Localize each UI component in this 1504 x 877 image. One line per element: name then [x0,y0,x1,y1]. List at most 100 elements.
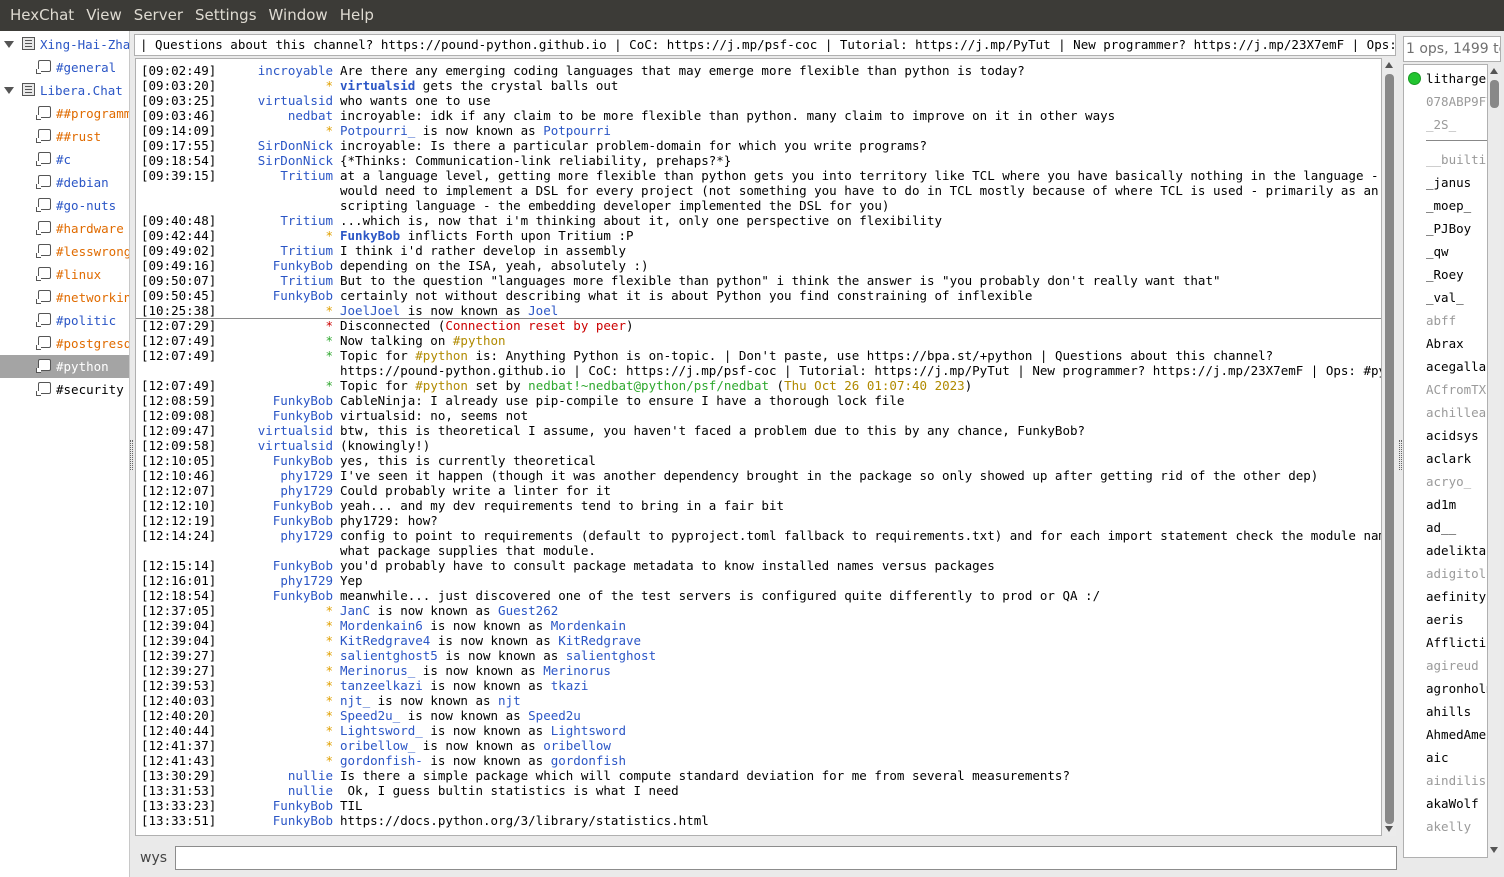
nick-label[interactable]: FunkyBob [273,453,333,468]
user-entry[interactable]: acegallagher [1426,359,1487,374]
user-entry[interactable]: ad1m [1426,497,1456,512]
user-entry[interactable]: akelly [1426,819,1471,834]
tree-channel-4[interactable]: ##rust [0,125,129,148]
chat-log[interactable]: [09:02:49] incroyable Are there any emergi… [135,58,1382,836]
tree-channel-1[interactable]: #general [0,56,129,79]
userlist-scroll-down-icon[interactable] [1490,846,1499,854]
nick-label[interactable]: Tritium [280,168,333,183]
nick-label[interactable]: * [325,603,333,618]
tree-channel-9[interactable]: #lesswrong [0,240,129,263]
tree-channel-11[interactable]: #networking [0,286,129,309]
user-entry[interactable]: aclark [1426,451,1471,466]
nick-label[interactable]: * [325,708,333,723]
nick-label[interactable]: * [325,333,333,348]
nick-label[interactable]: * [325,303,333,318]
userlist-scrollbar[interactable] [1488,64,1501,858]
menu-window[interactable]: Window [263,0,334,31]
nick-label[interactable]: nullie [288,783,333,798]
tree-channel-6[interactable]: #debian [0,171,129,194]
tree-channel-8[interactable]: #hardware [0,217,129,240]
user-entry[interactable]: __builtin [1426,152,1487,167]
nick-label[interactable]: incroyable [258,63,333,78]
user-entry[interactable]: Abrax [1426,336,1464,351]
chat-scroll-thumb[interactable] [1385,74,1394,824]
userlist-scroll-up-icon[interactable] [1490,67,1499,75]
user-entry[interactable]: aic [1426,750,1449,765]
user-entry[interactable]: _qw [1426,244,1449,259]
nick-label[interactable]: phy1729 [280,483,333,498]
tree-channel-13[interactable]: #postgresql [0,332,129,355]
user-entry[interactable]: aefinity [1426,589,1486,604]
nick-label[interactable]: * [325,738,333,753]
nick-label[interactable]: phy1729 [280,573,333,588]
user-entry[interactable]: acryo_ [1426,474,1471,489]
user-entry[interactable]: _val_ [1426,290,1464,305]
tree-channel-10[interactable]: #linux [0,263,129,286]
user-entry[interactable]: litharge [1426,71,1486,86]
nick-label[interactable]: * [325,318,333,333]
nick-label[interactable]: FunkyBob [273,798,333,813]
user-entry[interactable]: _2S_ [1426,117,1456,132]
user-entry[interactable]: agireud [1426,658,1479,673]
nick-label[interactable]: * [325,78,333,93]
user-entry[interactable]: _PJBoy [1426,221,1471,236]
nick-label[interactable]: FunkyBob [273,258,333,273]
tree-channel-5[interactable]: #c [0,148,129,171]
nick-label[interactable]: FunkyBob [273,558,333,573]
nick-label[interactable]: nedbat [288,108,333,123]
nick-label[interactable]: FunkyBob [273,513,333,528]
nick-label[interactable]: FunkyBob [273,498,333,513]
user-entry[interactable]: agronholm [1426,681,1487,696]
expand-arrow-icon[interactable] [3,84,15,96]
nick-label[interactable]: * [325,678,333,693]
nick-label[interactable]: * [325,753,333,768]
nick-label[interactable]: * [325,633,333,648]
tree-channel-3[interactable]: ##programming [0,102,129,125]
nick-label[interactable]: * [325,228,333,243]
tree-channel-12[interactable]: #politic [0,309,129,332]
user-entry[interactable]: aindilis [1426,773,1486,788]
nick-label[interactable]: * [325,348,333,363]
nick-button[interactable]: wys [140,850,167,866]
nick-label[interactable]: FunkyBob [273,393,333,408]
nick-label[interactable]: Tritium [280,273,333,288]
nick-label[interactable]: virtualsid [258,93,333,108]
nick-label[interactable]: FunkyBob [273,408,333,423]
user-entry[interactable]: ahills [1426,704,1471,719]
user-entry[interactable]: aeris [1426,612,1464,627]
user-entry[interactable]: 078ABP9FY [1426,94,1487,109]
nick-label[interactable]: phy1729 [280,468,333,483]
nick-label[interactable]: * [325,123,333,138]
menu-help[interactable]: Help [334,0,380,31]
menu-server[interactable]: Server [128,0,189,31]
user-entry[interactable]: ACfromTX [1426,382,1486,397]
menu-settings[interactable]: Settings [189,0,263,31]
menu-hexchat[interactable]: HexChat [4,0,80,31]
nick-label[interactable]: * [325,723,333,738]
user-entry[interactable]: akaWolf [1426,796,1479,811]
nick-label[interactable]: virtualsid [258,423,333,438]
tree-server-2[interactable]: Libera.Chat [0,79,129,102]
user-entry[interactable]: achilleas [1426,405,1487,420]
tree-channel-15[interactable]: #security [0,378,129,401]
tree-channel-14[interactable]: #python [0,355,129,378]
nick-label[interactable]: FunkyBob [273,588,333,603]
user-entry[interactable]: acidsys [1426,428,1479,443]
nick-label[interactable]: FunkyBob [273,813,333,828]
nick-label[interactable]: nullie [288,768,333,783]
nick-label[interactable]: * [325,618,333,633]
nick-label[interactable]: * [325,663,333,678]
nick-label[interactable]: SirDonNick [258,153,333,168]
nick-label[interactable]: * [325,693,333,708]
user-entry[interactable]: adeliktas [1426,543,1487,558]
nick-label[interactable]: SirDonNick [258,138,333,153]
tree-server-0[interactable]: Xing-Hai-Zhan [0,33,129,56]
message-input[interactable] [175,846,1397,870]
user-entry[interactable]: _janus [1426,175,1471,190]
user-entry[interactable]: adigitoleo [1426,566,1487,581]
user-entry[interactable]: Affliction [1426,635,1487,650]
menu-view[interactable]: View [80,0,128,31]
user-entry[interactable]: AhmedAmer [1426,727,1487,742]
scroll-up-icon[interactable] [1385,61,1394,69]
nick-label[interactable]: Tritium [280,243,333,258]
